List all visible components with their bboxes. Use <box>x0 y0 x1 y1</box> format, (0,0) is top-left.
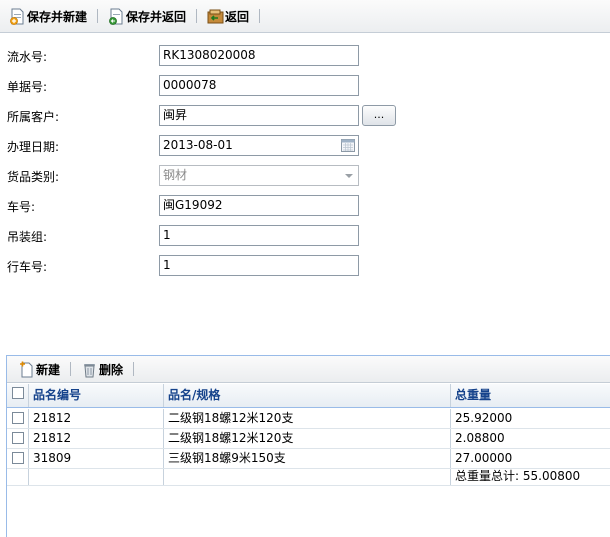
customer-field[interactable]: 闽昇 <box>159 105 359 126</box>
table-row[interactable]: 31809 三级钢18螺9米150支 27.00000 <box>7 449 610 469</box>
summary-empty-cell <box>29 469 164 485</box>
toolbar-separator <box>196 9 198 23</box>
toolbar-separator <box>97 9 99 23</box>
save-and-return-button[interactable]: 保存并返回 <box>105 5 189 27</box>
vehicle-label: 车号: <box>7 200 36 214</box>
main-toolbar: 保存并新建 保存并返回 返回 <box>0 0 610 33</box>
serial-label: 流水号: <box>7 50 48 64</box>
customer-row: 所属客户: 闽昇 ... <box>7 105 607 127</box>
crane-group-field[interactable]: 1 <box>159 225 359 246</box>
doc-no-label: 单据号: <box>7 80 48 94</box>
row-select-cell <box>7 409 29 428</box>
crane-no-label: 行车号: <box>7 260 48 274</box>
column-header-weight[interactable]: 总重量 <box>451 384 610 407</box>
grid-toolbar: 新建 删除 <box>7 356 610 383</box>
cell-weight: 2.08800 <box>455 431 505 445</box>
toolbar-separator <box>70 362 72 376</box>
cell-name: 二级钢18螺12米120支 <box>164 429 451 448</box>
serial-field[interactable]: RK1308020008 <box>159 45 359 66</box>
crane-group-label: 吊装组: <box>7 230 48 244</box>
row-checkbox[interactable] <box>12 432 24 444</box>
category-label: 货品类别: <box>7 170 60 184</box>
delete-row-button[interactable]: 删除 <box>78 358 126 380</box>
table-row[interactable]: 21812 二级钢18螺12米120支 2.08800 <box>7 429 610 449</box>
cell-code: 21812 <box>29 429 164 448</box>
column-header-name[interactable]: 品名/规格 <box>164 384 451 407</box>
save-and-new-button[interactable]: 保存并新建 <box>6 5 90 27</box>
doc-no-row: 单据号: 0000078 <box>7 75 607 97</box>
cell-name: 三级钢18螺9米150支 <box>164 449 451 468</box>
select-all-cell <box>7 384 29 407</box>
back-button[interactable]: 返回 <box>204 5 252 27</box>
doc-no-field[interactable]: 0000078 <box>159 75 359 96</box>
detail-grid: 新建 删除 品名编号 品名/规格 总重量 21812 二级钢18螺12米120支… <box>6 355 610 537</box>
date-field[interactable]: 2013-08-01 <box>159 135 359 156</box>
toolbar-separator <box>259 9 261 23</box>
save-new-icon <box>10 8 24 25</box>
row-select-cell <box>7 429 29 448</box>
save-and-return-label: 保存并返回 <box>126 9 187 24</box>
date-value: 2013-08-01 <box>163 138 233 152</box>
save-return-icon <box>109 8 123 25</box>
serial-row: 流水号: RK1308020008 <box>7 45 607 67</box>
new-icon <box>20 361 33 377</box>
crane-no-row: 行车号: 1 <box>7 255 607 277</box>
date-row: 办理日期: 2013-08-01 <box>7 135 607 157</box>
dropdown-arrow-icon[interactable] <box>345 174 353 178</box>
calendar-icon[interactable] <box>341 139 355 152</box>
back-icon <box>207 9 224 23</box>
cell-weight: 27.00000 <box>455 451 513 465</box>
customer-picker-button[interactable]: ... <box>362 105 396 126</box>
new-row-button[interactable]: 新建 <box>15 358 63 380</box>
row-select-cell <box>7 449 29 468</box>
crane-no-field[interactable]: 1 <box>159 255 359 276</box>
table-row[interactable]: 21812 二级钢18螺12米120支 25.92000 <box>7 409 610 429</box>
back-label: 返回 <box>225 9 250 24</box>
total-weight-summary: 总重量总计: 55.00800 <box>455 469 581 483</box>
cell-code: 21812 <box>29 409 164 428</box>
save-and-new-label: 保存并新建 <box>27 9 88 24</box>
select-all-checkbox[interactable] <box>12 387 24 399</box>
category-value: 钢材 <box>163 168 188 182</box>
cell-weight: 25.92000 <box>455 411 513 425</box>
toolbar-separator <box>133 362 135 376</box>
summary-empty-cell <box>164 469 451 485</box>
cell-name: 二级钢18螺12米120支 <box>164 409 451 428</box>
vehicle-row: 车号: 闽G19092 <box>7 195 607 217</box>
category-row: 货品类别: 钢材 <box>7 165 607 187</box>
grid-header: 品名编号 品名/规格 总重量 <box>7 384 610 408</box>
vehicle-field[interactable]: 闽G19092 <box>159 195 359 216</box>
row-checkbox[interactable] <box>12 452 24 464</box>
date-label: 办理日期: <box>7 140 60 154</box>
cell-code: 31809 <box>29 449 164 468</box>
trash-icon <box>84 363 96 377</box>
category-select[interactable]: 钢材 <box>159 165 359 186</box>
crane-group-row: 吊装组: 1 <box>7 225 607 247</box>
row-checkbox[interactable] <box>12 412 24 424</box>
delete-row-label: 删除 <box>99 362 124 377</box>
customer-label: 所属客户: <box>7 110 60 124</box>
summary-empty-cell <box>7 469 29 485</box>
summary-row: 总重量总计: 55.00800 <box>7 469 610 486</box>
new-row-label: 新建 <box>36 362 61 377</box>
column-header-code[interactable]: 品名编号 <box>29 384 164 407</box>
